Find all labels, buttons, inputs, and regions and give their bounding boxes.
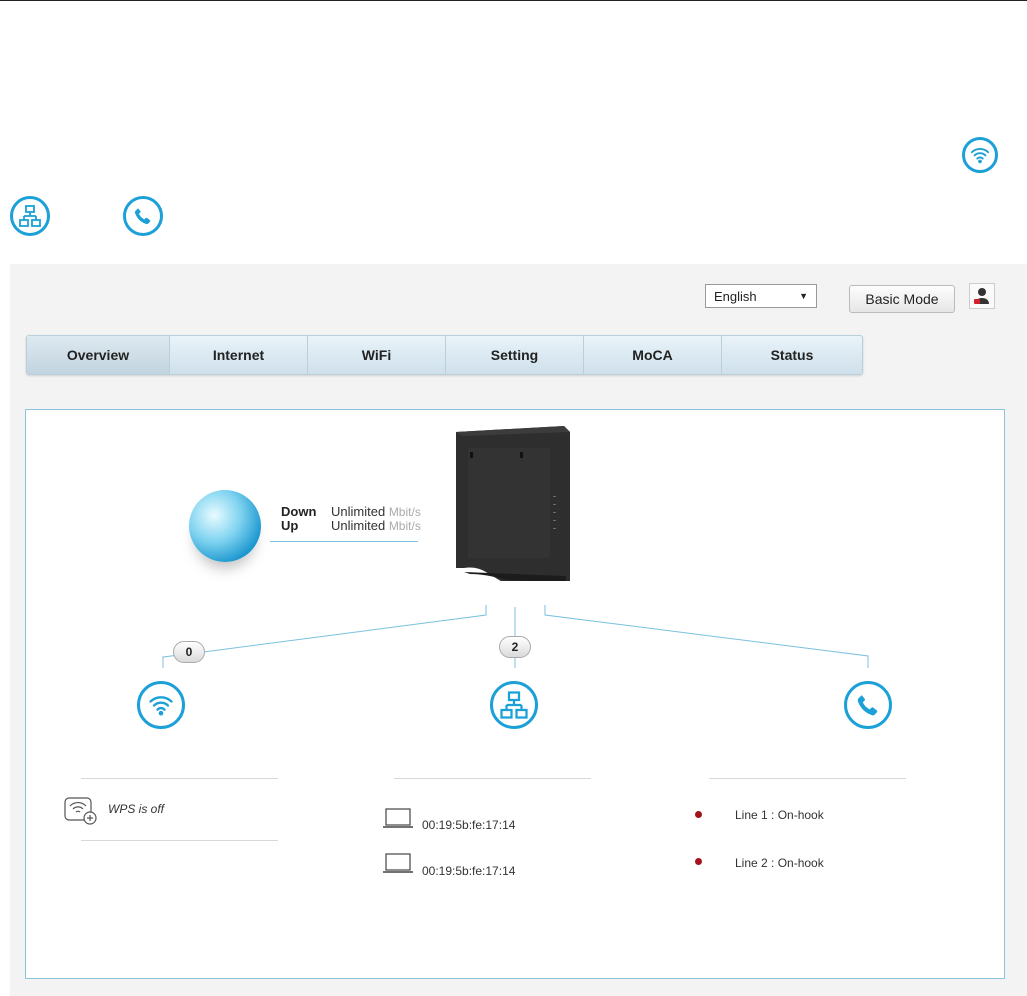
tab-overview[interactable]: Overview (27, 336, 170, 374)
wps-icon[interactable] (64, 797, 98, 825)
wifi-divider-top (81, 778, 278, 779)
phone-section-icon[interactable] (844, 681, 892, 729)
line2-status: Line 2 : On-hook (735, 856, 824, 870)
language-select[interactable]: English ▼ (705, 284, 817, 308)
overview-content: Down Unlimited Mbit/s Up Unlimited Mbit/s … (25, 409, 1005, 979)
tab-status[interactable]: Status (722, 336, 862, 374)
lan-divider (394, 778, 591, 779)
wifi-count-badge: 0 (173, 641, 205, 663)
basic-mode-button[interactable]: Basic Mode (849, 285, 955, 313)
lan-device-mac: 00:19:5b:fe:17:14 (422, 864, 516, 878)
wifi-icon (962, 137, 998, 173)
wifi-section-icon[interactable] (137, 681, 185, 729)
user-account-button[interactable] (969, 283, 995, 309)
tab-setting[interactable]: Setting (446, 336, 584, 374)
top-divider (0, 0, 1027, 1)
main-tabs: Overview Internet WiFi Setting MoCA Stat… (26, 335, 863, 375)
lan-icon (10, 196, 50, 236)
line1-status-dot (695, 811, 702, 818)
laptop-icon (383, 853, 413, 873)
wps-status: WPS is off (108, 802, 165, 816)
phone-divider (709, 778, 906, 779)
laptop-icon (383, 808, 413, 828)
lan-count-badge: 2 (499, 636, 531, 658)
user-icon (974, 288, 989, 304)
language-value: English (714, 288, 757, 304)
wifi-divider-bottom (81, 840, 278, 841)
phone-icon (123, 196, 163, 236)
tab-internet[interactable]: Internet (170, 336, 308, 374)
chevron-down-icon: ▼ (799, 291, 808, 301)
tab-moca[interactable]: MoCA (584, 336, 722, 374)
line1-status: Line 1 : On-hook (735, 808, 824, 822)
tab-wifi[interactable]: WiFi (308, 336, 446, 374)
lan-section-icon[interactable] (490, 681, 538, 729)
lan-device-mac: 00:19:5b:fe:17:14 (422, 818, 516, 832)
line2-status-dot (695, 858, 702, 865)
